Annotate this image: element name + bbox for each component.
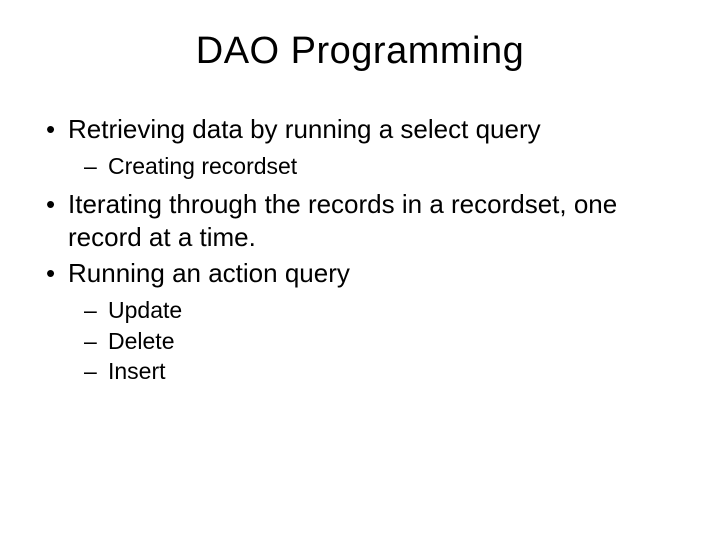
bullet-text: Retrieving data by running a select quer… — [68, 114, 541, 144]
bullet-item: Running an action query Update Delete In… — [40, 257, 680, 386]
sub-item: Creating recordset — [68, 152, 680, 181]
sub-item: Delete — [68, 327, 680, 356]
sub-item: Insert — [68, 357, 680, 386]
bullet-item: Retrieving data by running a select quer… — [40, 113, 680, 180]
slide-title: DAO Programming — [40, 30, 680, 73]
bullet-list: Retrieving data by running a select quer… — [40, 113, 680, 386]
bullet-text: Running an action query — [68, 258, 350, 288]
sub-list: Update Delete Insert — [68, 296, 680, 386]
sub-item: Update — [68, 296, 680, 325]
slide: DAO Programming Retrieving data by runni… — [0, 0, 720, 540]
sub-list: Creating recordset — [68, 152, 680, 181]
bullet-text: Iterating through the records in a recor… — [68, 189, 617, 252]
bullet-item: Iterating through the records in a recor… — [40, 188, 680, 253]
